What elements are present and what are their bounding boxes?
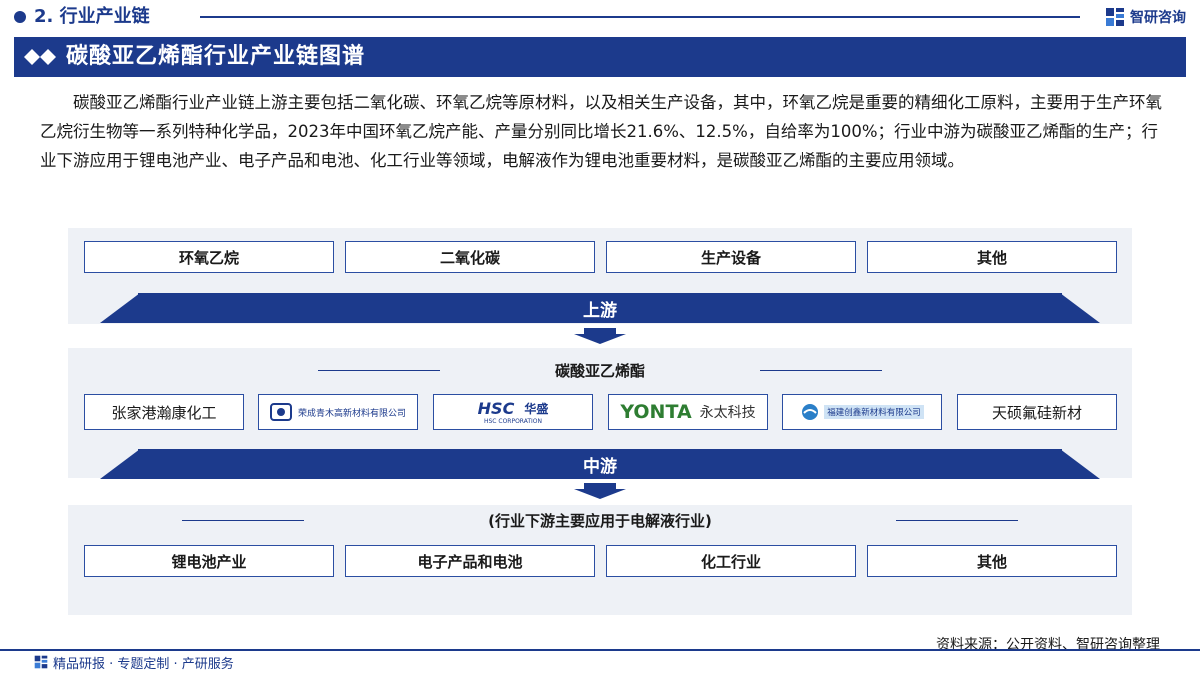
hsc-logo-mark: HSC: [477, 399, 515, 418]
company-logo-rongcheng: 荣成青木高新材料有限公司: [258, 394, 418, 430]
midstream-left-rule: [318, 370, 440, 371]
description-paragraph: 碳酸亚乙烯酯行业产业链上游主要包括二氧化碳、环氧乙烷等原材料，以及相关生产设备，…: [40, 93, 1162, 170]
hsc-logo-chinese: 华盛: [524, 402, 549, 416]
company-logo-fujian: 福建创鑫新材料有限公司: [782, 394, 942, 430]
upstream-item-ethylene-oxide: 环氧乙烷: [84, 241, 334, 273]
footer-brand: 精品研报 · 专题定制 · 产研服务: [34, 652, 234, 672]
footer-tagline: 精品研报 · 专题定制 · 产研服务: [53, 656, 234, 672]
down-arrow-icon: [574, 328, 626, 344]
hsc-logo-subtext: HSC CORPORATION: [483, 418, 543, 425]
yonta-logo-mark: YONTA: [620, 401, 692, 423]
upstream-item-production-equipment: 生产设备: [606, 241, 856, 273]
upstream-item-other: 其他: [867, 241, 1117, 273]
section-label: 2. 行业产业链: [34, 6, 150, 27]
bullet-dot-icon: [14, 11, 26, 23]
fujian-logo-text: 福建创鑫新材料有限公司: [824, 405, 924, 419]
rongcheng-logo-icon: [269, 403, 292, 421]
downstream-item-electronics: 电子产品和电池: [345, 545, 595, 577]
header-divider: [200, 16, 1080, 18]
fujian-logo-icon: [802, 404, 819, 420]
upstream-bar-right-wing: [1060, 293, 1100, 323]
page-title: 碳酸亚乙烯酯行业产业链图谱: [66, 44, 366, 69]
company-logo-yonta: YONTA 永太科技: [608, 394, 768, 430]
company-logo-hsc: HSC 华盛 HSC CORPORATION: [433, 394, 593, 430]
downstream-item-lithium-battery: 锂电池产业: [84, 545, 334, 577]
company-hankang: 张家港瀚康化工: [84, 394, 244, 430]
footer-divider: [0, 649, 1200, 651]
down-arrow-icon: [574, 483, 626, 499]
title-banner: 碳酸亚乙烯酯行业产业链图谱: [14, 37, 1186, 77]
brand-logo-icon: [1106, 8, 1124, 26]
midstream-product-label: 碳酸亚乙烯酯: [554, 362, 645, 380]
footer-logo-icon: [34, 655, 48, 669]
diamond-icon: [24, 49, 56, 65]
upstream-stage-bar: 上游: [138, 293, 1062, 323]
brand-name: 智研咨询: [1130, 10, 1186, 26]
source-note: 资料来源：公开资料、智研咨询整理: [936, 637, 1160, 653]
downstream-right-rule: [896, 520, 1018, 521]
yonta-logo-chinese: 永太科技: [699, 405, 756, 421]
downstream-left-rule: [182, 520, 304, 521]
downstream-item-other: 其他: [867, 545, 1117, 577]
midstream-right-rule: [760, 370, 882, 371]
downstream-note: (行业下游主要应用于电解液行业): [488, 512, 712, 530]
company-tianshuo: 天硕氟硅新材: [957, 394, 1117, 430]
downstream-item-chemical: 化工行业: [606, 545, 856, 577]
midstream-bar-right-wing: [1060, 449, 1100, 479]
upstream-item-carbon-dioxide: 二氧化碳: [345, 241, 595, 273]
midstream-stage-bar: 中游: [138, 449, 1062, 479]
brand: 智研咨询: [1105, 6, 1186, 28]
top-bar: 2. 行业产业链 智研咨询: [0, 0, 1200, 34]
rongcheng-logo-text: 荣成青木高新材料有限公司: [297, 408, 406, 419]
upstream-bar-left-wing: [100, 293, 140, 323]
midstream-bar-left-wing: [100, 449, 140, 479]
